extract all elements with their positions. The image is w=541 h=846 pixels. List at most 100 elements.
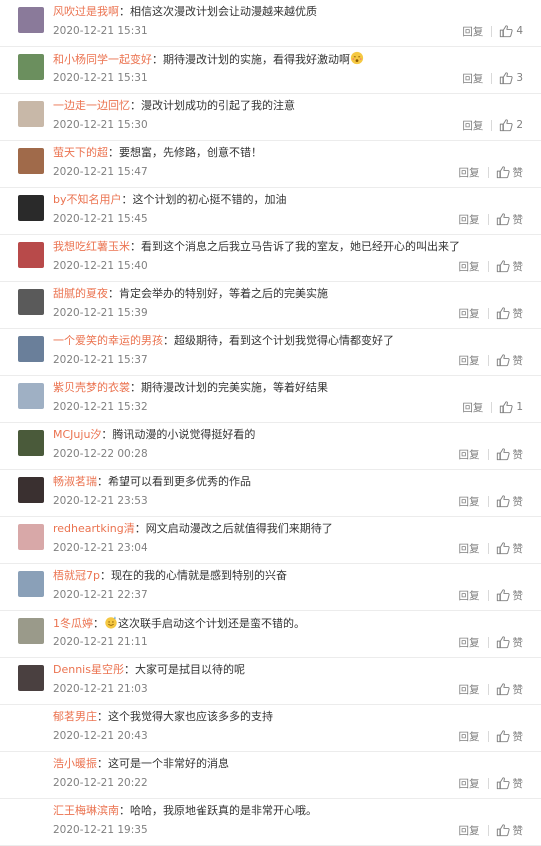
colon-separator: ：: [119, 5, 130, 18]
action-divider: [487, 824, 489, 836]
reply-button[interactable]: 回复: [459, 776, 480, 791]
avatar[interactable]: [18, 524, 44, 550]
avatar[interactable]: [18, 148, 44, 174]
avatar[interactable]: [18, 665, 44, 691]
like-button[interactable]: 2: [499, 118, 523, 132]
avatar[interactable]: [18, 712, 44, 738]
reply-button[interactable]: 回复: [459, 541, 480, 556]
like-count: 赞: [512, 824, 524, 837]
comment-line: 我想吃红薯玉米：看到这个消息之后我立马告诉了我的室友，她已经开心的叫出来了: [53, 239, 523, 255]
like-button[interactable]: 赞: [496, 588, 523, 603]
action-divider: [487, 683, 489, 695]
reply-button[interactable]: 回复: [459, 259, 480, 274]
reply-button[interactable]: 回复: [459, 729, 480, 744]
comment-actions: 回复 1: [462, 400, 523, 414]
like-button[interactable]: 赞: [496, 494, 523, 509]
username-link[interactable]: 1冬瓜婷: [53, 617, 93, 630]
comment-text: 希望可以看到更多优秀的作品: [108, 475, 251, 488]
reply-button[interactable]: 回复: [462, 71, 483, 86]
avatar[interactable]: [18, 242, 44, 268]
username-link[interactable]: redheartking清: [53, 522, 135, 535]
reply-button[interactable]: 回复: [459, 447, 480, 462]
reply-button[interactable]: 回复: [459, 212, 480, 227]
like-button[interactable]: 4: [499, 24, 523, 38]
thumbs-up-icon: [496, 589, 510, 602]
comment-text: 这次联手启动这个计划还是蛮不错的。: [118, 617, 305, 630]
avatar[interactable]: [18, 430, 44, 456]
avatar[interactable]: [18, 806, 44, 832]
reply-button[interactable]: 回复: [459, 353, 480, 368]
blush-emoji-icon: [350, 51, 364, 65]
colon-separator: ：: [121, 193, 133, 206]
username-link[interactable]: 郁茗男庄: [53, 710, 97, 723]
like-button[interactable]: 赞: [496, 635, 523, 650]
avatar[interactable]: [18, 7, 44, 33]
username-link[interactable]: 浩小暖振: [53, 757, 97, 770]
username-link[interactable]: 一边走一边回忆: [53, 99, 130, 112]
like-button[interactable]: 赞: [496, 729, 523, 744]
comment-actions: 回复 赞: [459, 776, 523, 791]
reply-button[interactable]: 回复: [459, 306, 480, 321]
username-link[interactable]: 梧就冠7p: [53, 569, 100, 582]
reply-button[interactable]: 回复: [459, 494, 480, 509]
reply-button[interactable]: 回复: [459, 682, 480, 697]
comment-actions: 回复 赞: [459, 541, 524, 556]
like-button[interactable]: 赞: [496, 259, 523, 274]
username-link[interactable]: 畅淑茗瑞: [53, 475, 97, 488]
like-button[interactable]: 赞: [496, 682, 523, 697]
like-count: 赞: [512, 542, 524, 555]
comment-timestamp: 2020-12-21 15:31: [53, 72, 148, 84]
comment-timestamp: 2020-12-21 20:43: [53, 730, 148, 742]
like-button[interactable]: 赞: [496, 776, 523, 791]
reply-button[interactable]: 回复: [459, 823, 480, 838]
username-link[interactable]: MCJuju汐: [53, 428, 101, 441]
avatar[interactable]: [18, 383, 44, 409]
avatar[interactable]: [18, 54, 44, 80]
username-link[interactable]: 汇王梅琳滨南: [53, 804, 119, 817]
username-link[interactable]: 甜腻的夏夜: [53, 287, 108, 300]
colon-separator: ：: [130, 99, 141, 112]
like-button[interactable]: 赞: [496, 165, 523, 180]
like-count: 赞: [512, 213, 524, 226]
username-link[interactable]: 一个爱笑的幸运的男孩: [53, 334, 163, 347]
avatar[interactable]: [18, 759, 44, 785]
username-link[interactable]: 紫贝壳梦的衣裳: [53, 381, 130, 394]
username-link[interactable]: 我想吃红薯玉米: [53, 240, 130, 253]
avatar[interactable]: [18, 477, 44, 503]
avatar[interactable]: [18, 101, 44, 127]
comment-line: 1冬瓜婷： 这次联手启动这个计划还是蛮不错的。: [53, 615, 523, 632]
comment-line: Dennis星空彤：大家可是拭目以待的呢: [53, 662, 523, 678]
like-button[interactable]: 赞: [496, 823, 524, 838]
comment-item: 一边走一边回忆：漫改计划成功的引起了我的注意 2020-12-21 15:30 …: [0, 94, 541, 141]
like-button[interactable]: 1: [499, 400, 523, 414]
reply-button[interactable]: 回复: [459, 165, 480, 180]
username-link[interactable]: by不知名用户: [53, 193, 122, 206]
reply-button[interactable]: 回复: [462, 118, 483, 133]
comment-line: 浩小暖振：这可是一个非常好的消息: [53, 756, 523, 772]
action-divider: [487, 495, 489, 507]
avatar[interactable]: [18, 618, 44, 644]
thumbs-up-icon: [500, 119, 513, 132]
like-button[interactable]: 3: [499, 71, 523, 85]
avatar[interactable]: [18, 289, 44, 315]
avatar[interactable]: [18, 195, 44, 221]
username-link[interactable]: 风吹过是我啊: [53, 5, 119, 18]
like-button[interactable]: 赞: [496, 353, 523, 368]
like-button[interactable]: 赞: [496, 306, 523, 321]
like-button[interactable]: 赞: [496, 212, 524, 227]
reply-button[interactable]: 回复: [462, 24, 483, 39]
reply-button[interactable]: 回复: [459, 635, 480, 650]
colon-separator: ：: [108, 287, 119, 300]
username-link[interactable]: 和小杨同学一起变好: [53, 53, 152, 66]
like-button[interactable]: 赞: [496, 541, 524, 556]
username-link[interactable]: 萤天下的超: [53, 146, 108, 159]
reply-button[interactable]: 回复: [462, 400, 483, 415]
reply-button[interactable]: 回复: [459, 588, 480, 603]
avatar[interactable]: [18, 571, 44, 597]
like-button[interactable]: 赞: [496, 447, 523, 462]
username-link[interactable]: Dennis星空彤: [53, 663, 124, 676]
colon-separator: ：: [97, 710, 108, 723]
colon-separator: ：: [97, 757, 108, 770]
avatar[interactable]: [18, 336, 44, 362]
comment-text: 漫改计划成功的引起了我的注意: [141, 99, 295, 112]
